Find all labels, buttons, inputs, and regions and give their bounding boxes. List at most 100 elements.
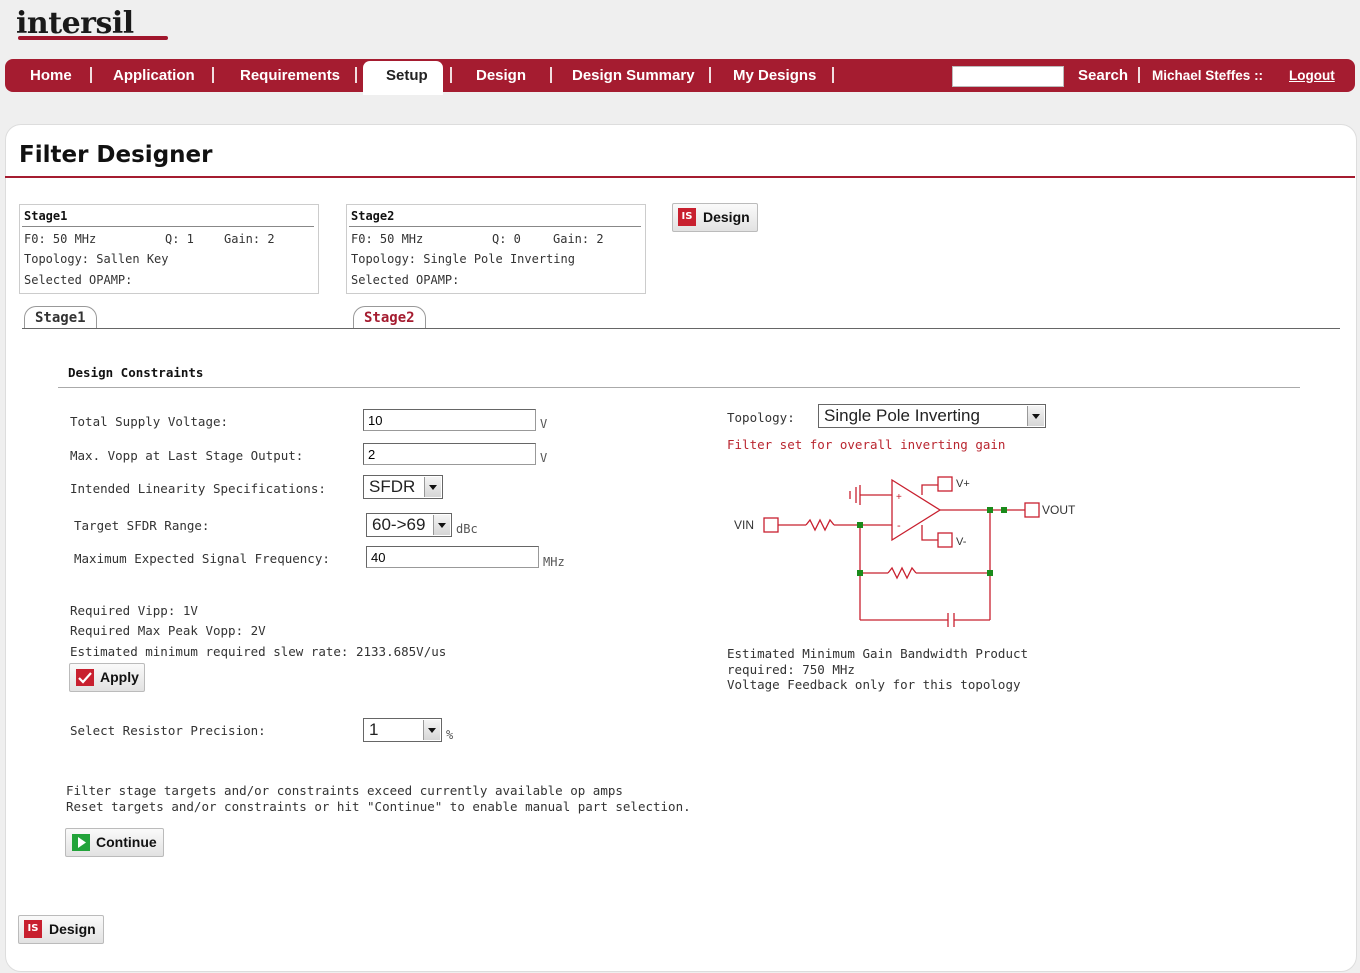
- vopp-unit: V: [540, 451, 548, 465]
- stage1-gain: Gain: 2: [224, 232, 275, 246]
- page-title: Filter Designer: [19, 142, 213, 168]
- design-button-top[interactable]: IS Design: [672, 203, 758, 232]
- resistor-precision-value: 1: [369, 720, 379, 739]
- user-separator: ::: [1254, 68, 1264, 83]
- nav-separator: [550, 67, 552, 83]
- apply-button[interactable]: Apply: [69, 663, 145, 692]
- vout-terminal-icon: [1024, 502, 1040, 518]
- stage2-opamp: Selected OPAMP:: [351, 273, 460, 287]
- stage1-topology: Topology: Sallen Key: [24, 252, 169, 266]
- linearity-label: Intended Linearity Specifications:: [70, 481, 326, 496]
- nav-my-designs[interactable]: My Designs: [733, 67, 816, 84]
- sfdr-unit: dBc: [456, 522, 478, 536]
- nav-separator: [90, 67, 92, 83]
- stage1-opamp: Selected OPAMP:: [24, 273, 133, 287]
- topology-label: Topology:: [727, 410, 795, 425]
- search-input[interactable]: [952, 66, 1064, 87]
- logo-swoosh: [18, 36, 168, 40]
- vminus-terminal-icon: [937, 532, 953, 548]
- nav-separator: [355, 67, 357, 83]
- stage2-divider: [349, 226, 641, 227]
- resistor-precision-unit: %: [446, 728, 454, 742]
- nav-application[interactable]: Application: [113, 67, 195, 84]
- frequency-unit: MHz: [543, 555, 565, 569]
- topology-note: Filter set for overall inverting gain: [727, 437, 1006, 452]
- nav-setup-active-tab[interactable]: Setup: [363, 61, 443, 95]
- chevron-down-icon[interactable]: [433, 515, 450, 535]
- stage1-q: Q: 1: [165, 232, 194, 246]
- stage2-topology: Topology: Single Pole Inverting: [351, 252, 575, 266]
- user-name-text: Michael Steffes: [1152, 68, 1251, 83]
- tab-stage1[interactable]: Stage1: [24, 306, 97, 329]
- design-button-label: Design: [49, 921, 96, 937]
- frequency-label: Maximum Expected Signal Frequency:: [74, 551, 330, 566]
- supply-voltage-input[interactable]: [363, 409, 536, 431]
- topology-value: Single Pole Inverting: [824, 406, 980, 425]
- stage2-summary: Stage2 F0: 50 MHz Q: 0 Gain: 2 Topology:…: [346, 204, 646, 294]
- nav-separator: [1138, 67, 1140, 83]
- stage1-summary: Stage1 F0: 50 MHz Q: 1 Gain: 2 Topology:…: [19, 204, 319, 294]
- minus-sign: -: [897, 520, 901, 532]
- linearity-value: SFDR: [369, 477, 416, 496]
- search-link[interactable]: Search: [1078, 67, 1128, 84]
- vopp-label: Max. Vopp at Last Stage Output:: [70, 448, 304, 463]
- stage2-gain: Gain: 2: [553, 232, 604, 246]
- design-button-label: Design: [703, 209, 750, 225]
- gbw-line-2: required: 750 MHz: [727, 662, 855, 677]
- nav-separator: [832, 67, 834, 83]
- nav-separator: [212, 67, 214, 83]
- chevron-down-icon[interactable]: [424, 477, 441, 497]
- stage2-f0: F0: 50 MHz: [351, 232, 424, 246]
- nav-requirements[interactable]: Requirements: [240, 67, 340, 84]
- nav-separator: [709, 67, 711, 83]
- frequency-input[interactable]: [366, 546, 539, 568]
- continue-button[interactable]: Continue: [65, 828, 164, 857]
- nav-setup[interactable]: Setup: [386, 67, 428, 84]
- schematic-diagram: VIN VOUT V+ V- + -: [734, 476, 1076, 627]
- vopp-input[interactable]: [363, 443, 536, 465]
- chevron-down-icon[interactable]: [1027, 406, 1044, 426]
- topology-select[interactable]: Single Pole Inverting: [818, 404, 1046, 428]
- gbw-line-1: Estimated Minimum Gain Bandwidth Product: [727, 646, 1029, 661]
- warning-line-2: Reset targets and/or constraints or hit …: [66, 799, 691, 814]
- nav-design-summary[interactable]: Design Summary: [572, 67, 695, 84]
- main-nav-bar: Home Application Requirements Design Des…: [5, 59, 1355, 92]
- vplus-label: V+: [956, 478, 970, 490]
- vin-terminal-icon: [763, 517, 779, 533]
- play-icon: [72, 834, 90, 851]
- sfdr-value: 60->69: [372, 515, 426, 534]
- resistor-precision-select[interactable]: 1: [363, 718, 442, 742]
- stage1-f0: F0: 50 MHz: [24, 232, 97, 246]
- linearity-select[interactable]: SFDR: [363, 475, 443, 499]
- design-constraints-heading: Design Constraints: [68, 365, 204, 380]
- title-divider: [5, 176, 1355, 178]
- design-button-bottom[interactable]: IS Design: [18, 915, 104, 944]
- required-vipp: Required Vipp: 1V: [70, 603, 198, 618]
- stage2-title: Stage2: [351, 209, 395, 223]
- checkmark-icon: [76, 669, 94, 686]
- slew-rate: Estimated minimum required slew rate: 21…: [70, 644, 447, 659]
- vin-label: VIN: [734, 518, 754, 532]
- continue-button-label: Continue: [96, 834, 157, 850]
- chevron-down-icon[interactable]: [423, 720, 440, 740]
- logout-link[interactable]: Logout: [1289, 68, 1335, 83]
- tab-divider: [22, 328, 1340, 329]
- intersil-icon: IS: [678, 208, 696, 226]
- nav-home[interactable]: Home: [30, 67, 72, 84]
- plus-sign: +: [896, 492, 902, 503]
- tab-stage2[interactable]: Stage2: [353, 306, 426, 329]
- intersil-icon: IS: [24, 920, 42, 938]
- nav-separator: [450, 67, 452, 83]
- sfdr-select[interactable]: 60->69: [366, 513, 452, 537]
- constraints-divider: [58, 387, 1300, 388]
- vminus-label: V-: [956, 536, 967, 548]
- resistor-precision-label: Select Resistor Precision:: [70, 723, 266, 738]
- supply-voltage-label: Total Supply Voltage:: [70, 414, 229, 429]
- supply-voltage-unit: V: [540, 417, 548, 431]
- vplus-terminal-icon: [937, 476, 953, 492]
- nav-design[interactable]: Design: [476, 67, 526, 84]
- vfb-note: Voltage Feedback only for this topology: [727, 677, 1021, 692]
- apply-button-label: Apply: [100, 669, 139, 685]
- sfdr-label: Target SFDR Range:: [74, 518, 210, 533]
- stage1-title: Stage1: [24, 209, 68, 223]
